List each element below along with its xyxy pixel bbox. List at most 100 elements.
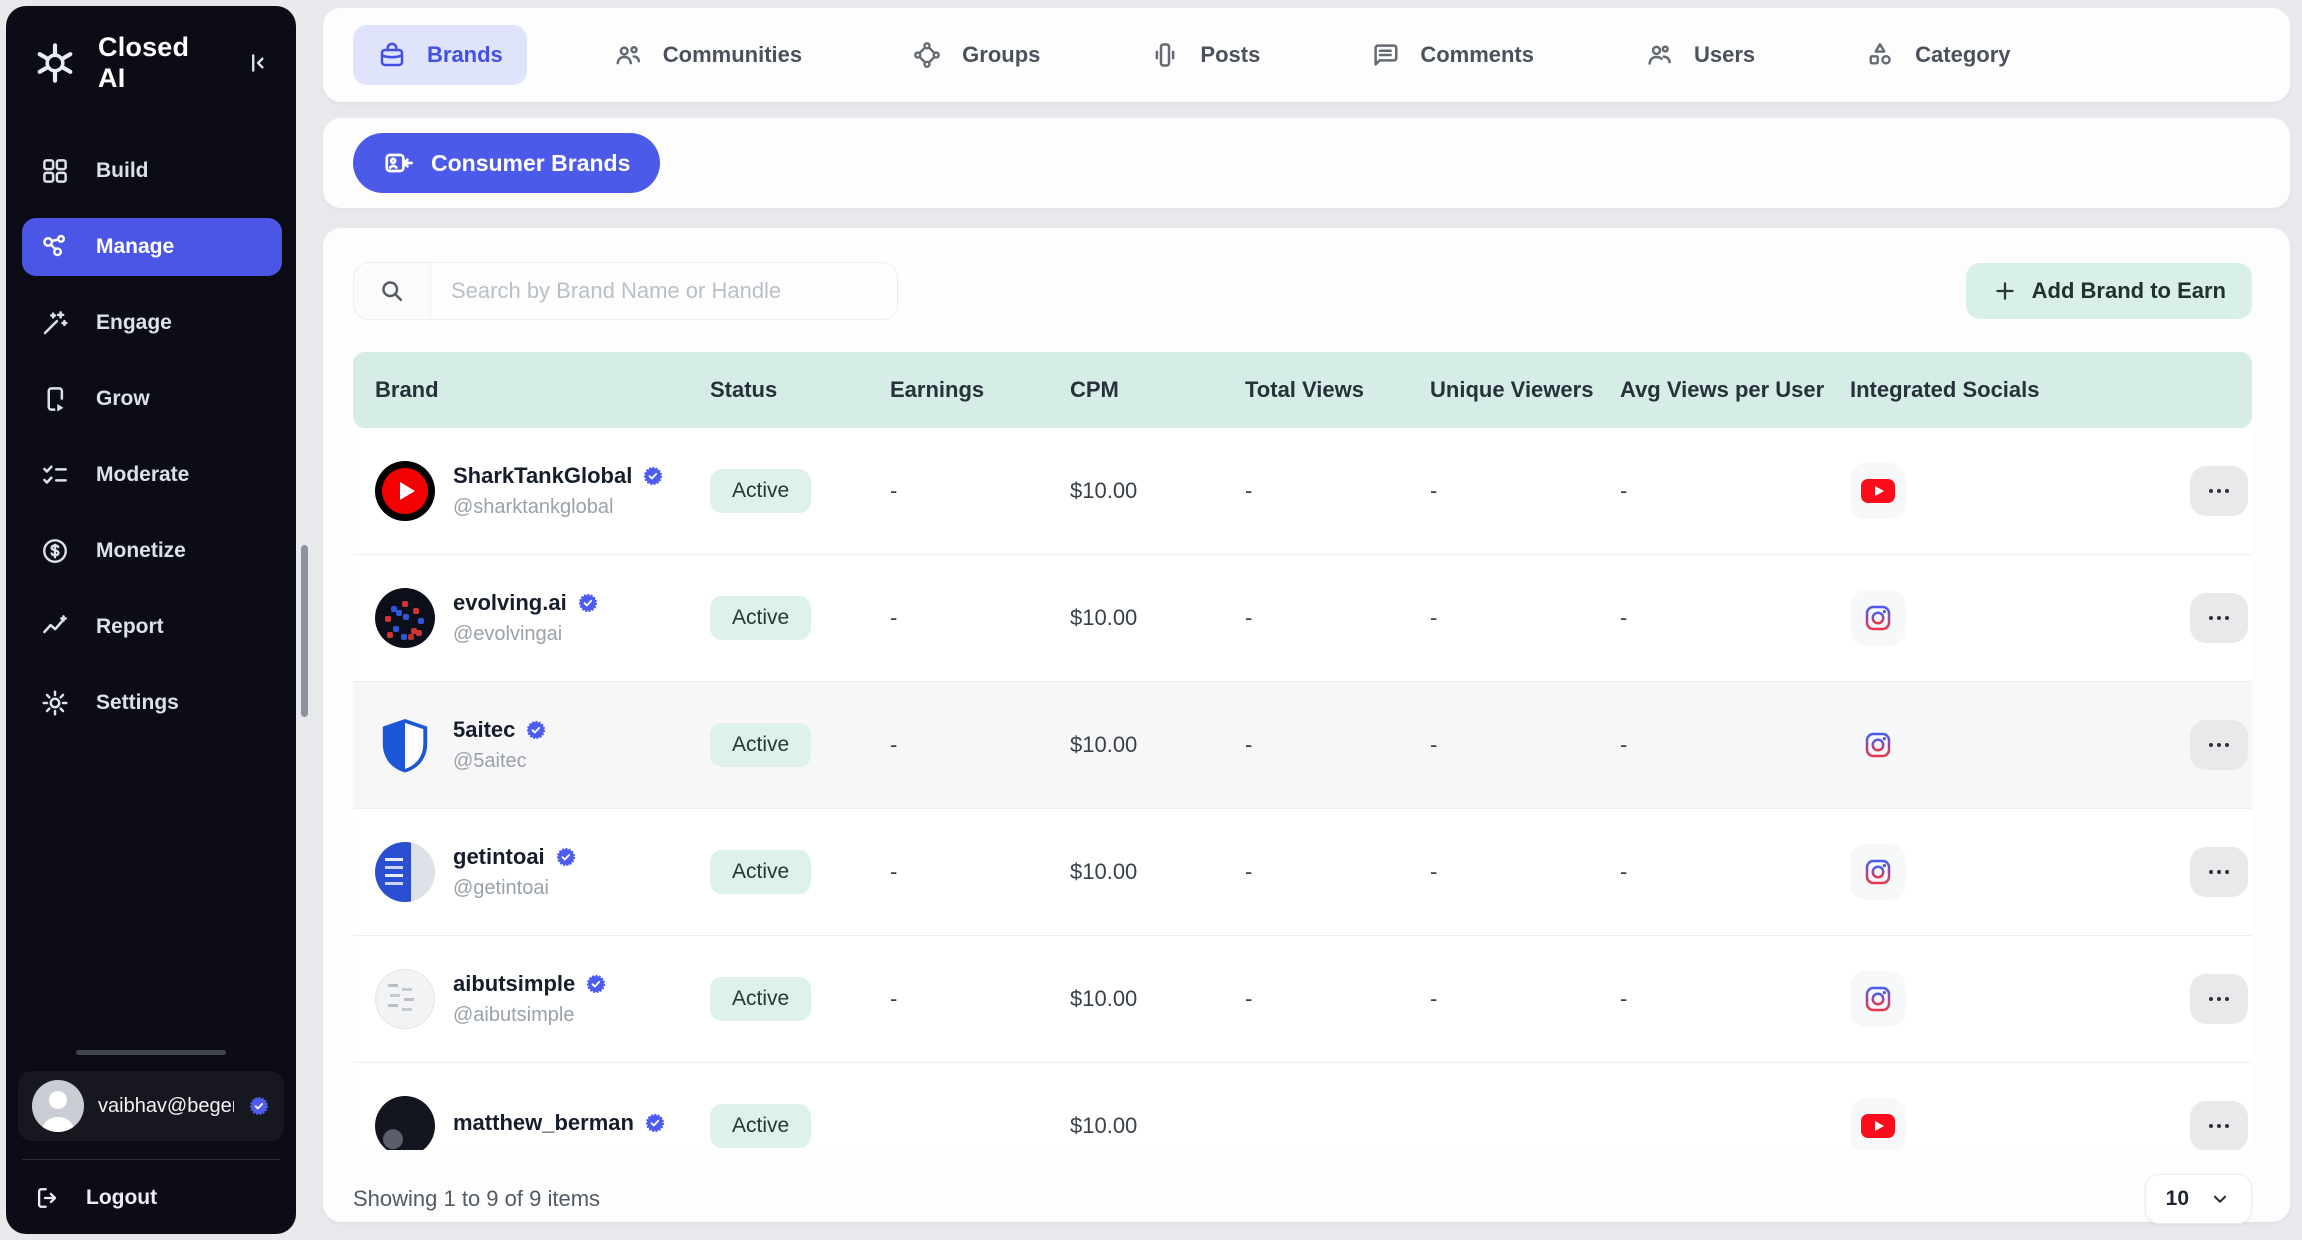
earnings-cell: - xyxy=(868,605,1048,631)
status-badge: Active xyxy=(710,850,811,894)
plus-icon xyxy=(1992,278,2018,304)
sidebar-header: Closed AI xyxy=(6,6,296,112)
brand-search xyxy=(353,262,898,320)
sidebar-item-label: Manage xyxy=(96,235,174,259)
tab-users[interactable]: Users xyxy=(1620,25,1779,85)
row-actions-button[interactable] xyxy=(2190,1101,2248,1150)
verified-badge-icon xyxy=(525,719,547,741)
sidebar-nav: Build Manage Engage Grow xyxy=(6,112,296,732)
tab-label: Groups xyxy=(962,42,1040,68)
brand-name: evolving.ai xyxy=(453,590,567,616)
page-size-select[interactable]: 10 xyxy=(2145,1174,2252,1224)
sidebar-collapse-icon[interactable] xyxy=(240,46,274,80)
sidebar-item-engage[interactable]: Engage xyxy=(22,294,282,352)
pagination-bar: Showing 1 to 9 of 9 items 10 xyxy=(323,1150,2290,1224)
table-row[interactable]: SharkTankGlobal @sharktankglobal Active … xyxy=(353,428,2252,555)
youtube-icon[interactable] xyxy=(1850,1098,1906,1150)
sidebar-item-build[interactable]: Build xyxy=(22,142,282,200)
row-actions-button[interactable] xyxy=(2190,593,2248,643)
sidebar-item-settings[interactable]: Settings xyxy=(22,674,282,732)
main-card: Add Brand to Earn Brand Status Earnings … xyxy=(323,228,2290,1222)
table-row[interactable]: 5aitec @5aitec Active - $10.00 - - - xyxy=(353,682,2252,809)
tab-posts[interactable]: Posts xyxy=(1126,25,1284,85)
brand-name: getintoai xyxy=(453,844,545,870)
verified-badge-icon xyxy=(642,465,664,487)
top-nav-panel: Brands Communities Groups Posts Comments xyxy=(323,8,2290,102)
dollar-circle-icon xyxy=(40,536,70,566)
sidebar-item-manage[interactable]: Manage xyxy=(22,218,282,276)
earnings-cell: - xyxy=(868,732,1048,758)
row-actions-button[interactable] xyxy=(2190,974,2248,1024)
row-actions-button[interactable] xyxy=(2190,466,2248,516)
brand-cell: aibutsimple @aibutsimple xyxy=(353,969,688,1029)
sidebar-item-label: Moderate xyxy=(96,463,189,487)
sidebar-item-monetize[interactable]: Monetize xyxy=(22,522,282,580)
brand-handle: @aibutsimple xyxy=(453,1004,607,1027)
tab-communities[interactable]: Communities xyxy=(589,25,826,85)
cpm-cell: $10.00 xyxy=(1048,986,1223,1012)
earnings-cell: - xyxy=(868,986,1048,1012)
brand-cell: matthew_berman xyxy=(353,1096,688,1150)
brand-name: matthew_berman xyxy=(453,1110,634,1136)
posts-icon xyxy=(1150,40,1180,70)
closed-ai-logo-icon xyxy=(30,38,80,88)
status-badge: Active xyxy=(710,723,811,767)
logout-button[interactable]: Logout xyxy=(18,1174,284,1220)
sidebar-item-moderate[interactable]: Moderate xyxy=(22,446,282,504)
sidebar-scrollbar-thumb[interactable] xyxy=(301,545,308,717)
tab-brands[interactable]: Brands xyxy=(353,25,527,85)
brand-cell: 5aitec @5aitec xyxy=(353,715,688,775)
instagram-icon[interactable] xyxy=(1850,971,1906,1027)
youtube-icon[interactable] xyxy=(1850,463,1906,519)
brand-cell: getintoai @getintoai xyxy=(353,842,688,902)
groups-icon xyxy=(912,40,942,70)
user-account-card[interactable]: vaibhav@begenu... xyxy=(18,1071,284,1141)
earnings-cell: - xyxy=(868,478,1048,504)
user-avatar xyxy=(32,1080,84,1132)
unique-viewers-cell: - xyxy=(1408,859,1598,885)
tab-category[interactable]: Category xyxy=(1841,25,2034,85)
brand-name: SharkTankGlobal xyxy=(453,463,632,489)
table-toolbar: Add Brand to Earn xyxy=(323,228,2290,320)
cpm-cell: $10.00 xyxy=(1048,859,1223,885)
add-brand-button[interactable]: Add Brand to Earn xyxy=(1966,263,2252,319)
users-icon xyxy=(1644,40,1674,70)
search-input[interactable] xyxy=(430,263,897,319)
sidebar-item-grow[interactable]: Grow xyxy=(22,370,282,428)
table-row[interactable]: getintoai @getintoai Active - $10.00 - -… xyxy=(353,809,2252,936)
brand-handle: @5aitec xyxy=(453,750,547,773)
instagram-icon[interactable] xyxy=(1850,590,1906,646)
grid-icon xyxy=(40,156,70,186)
tab-label: Comments xyxy=(1420,42,1534,68)
row-actions-button[interactable] xyxy=(2190,847,2248,897)
status-badge: Active xyxy=(710,977,811,1021)
brand-avatar-youtube xyxy=(375,461,435,521)
avg-views-cell: - xyxy=(1598,986,1828,1012)
brand-avatar-matthew xyxy=(375,1096,435,1150)
avg-views-cell: - xyxy=(1598,478,1828,504)
ellipsis-icon xyxy=(2208,869,2230,875)
table-row[interactable]: matthew_berman Active $10.00 xyxy=(353,1063,2252,1150)
row-actions-button[interactable] xyxy=(2190,720,2248,770)
verified-badge-icon xyxy=(577,592,599,614)
brand-card-arrow-icon xyxy=(383,147,415,179)
instagram-icon[interactable] xyxy=(1850,844,1906,900)
consumer-brands-button[interactable]: Consumer Brands xyxy=(353,133,660,193)
instagram-icon[interactable] xyxy=(1850,717,1906,773)
sidebar-item-label: Report xyxy=(96,615,164,639)
cpm-cell: $10.00 xyxy=(1048,478,1223,504)
table-header-row: Brand Status Earnings CPM Total Views Un… xyxy=(353,352,2252,428)
col-header-earnings: Earnings xyxy=(868,377,1048,403)
avg-views-cell: - xyxy=(1598,732,1828,758)
sidebar-resize-handle[interactable] xyxy=(76,1050,226,1055)
sidebar-item-report[interactable]: Report xyxy=(22,598,282,656)
magic-wand-icon xyxy=(40,308,70,338)
sub-toolbar-panel: Consumer Brands xyxy=(323,118,2290,208)
tab-comments[interactable]: Comments xyxy=(1346,25,1558,85)
total-views-cell: - xyxy=(1223,478,1408,504)
table-row[interactable]: aibutsimple @aibutsimple Active - $10.00… xyxy=(353,936,2252,1063)
table-row[interactable]: evolving.ai @evolvingai Active - $10.00 … xyxy=(353,555,2252,682)
verified-badge-icon xyxy=(644,1112,666,1134)
sidebar: Closed AI Build Manage Engage xyxy=(6,6,296,1234)
tab-groups[interactable]: Groups xyxy=(888,25,1064,85)
